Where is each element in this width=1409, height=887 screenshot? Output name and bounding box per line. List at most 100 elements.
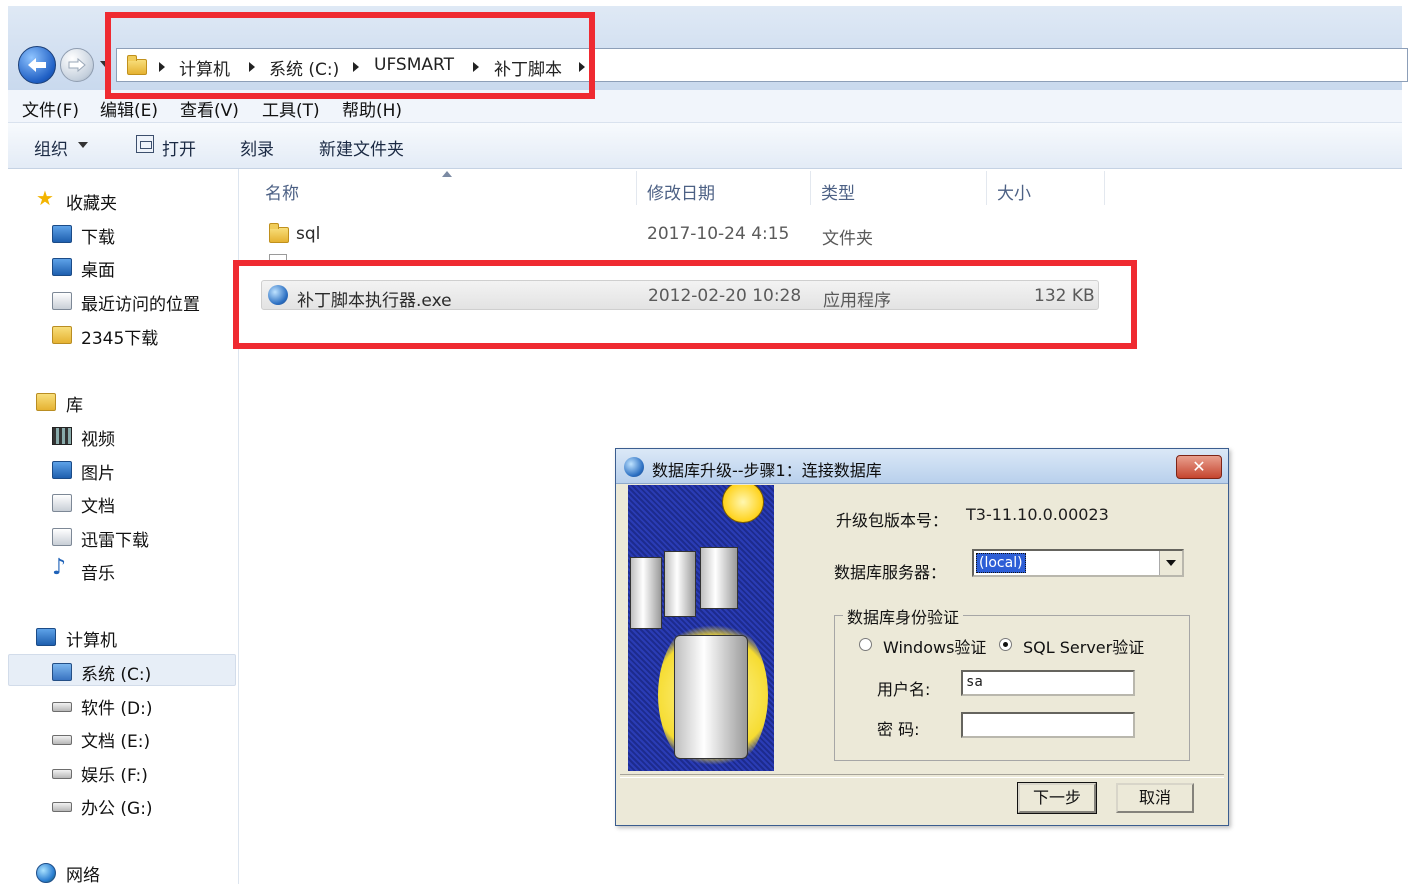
highlight-box-breadcrumb (105, 12, 595, 99)
nav-computer[interactable]: 计算机 (8, 620, 236, 652)
nav-label: 收藏夹 (66, 194, 117, 214)
dialog-titlebar[interactable]: 数据库升级--步骤1：连接数据库 ✕ (616, 449, 1228, 484)
server-select[interactable]: (local) (972, 549, 1184, 577)
recent-places-icon (52, 292, 72, 310)
column-header-name[interactable]: 名称 (265, 179, 299, 204)
sort-ascending-icon (442, 171, 452, 177)
column-header-size[interactable]: 大小 (997, 179, 1031, 204)
chevron-down-icon[interactable] (78, 142, 88, 148)
column-divider[interactable] (986, 171, 987, 205)
menu-file[interactable]: 文件(F) (22, 96, 79, 121)
nav-label: 下载 (81, 228, 115, 248)
nav-label: 娱乐 (F:) (81, 766, 148, 786)
chevron-down-icon[interactable] (1159, 551, 1182, 575)
nav-recent-places[interactable]: 最近访问的位置 (8, 284, 236, 316)
nav-drive-e[interactable]: 文档 (E:) (8, 721, 236, 753)
nav-libraries[interactable]: 库 (8, 385, 236, 417)
documents-icon (52, 494, 72, 512)
nav-label: 计算机 (66, 631, 117, 651)
computer-icon (36, 628, 56, 646)
sql-auth-label[interactable]: SQL Server验证 (1023, 634, 1144, 658)
desktop-icon (52, 258, 72, 276)
file-row-sql[interactable]: sql 2017-10-24 4:15 文件夹 (261, 219, 1099, 249)
server-icon (664, 551, 696, 617)
windows-auth-label[interactable]: Windows验证 (883, 634, 986, 658)
dialog-title: 数据库升级--步骤1：连接数据库 (652, 461, 882, 480)
nav-drive-g[interactable]: 办公 (G:) (8, 788, 236, 820)
burn-button[interactable]: 刻录 (240, 135, 274, 160)
nav-favorites[interactable]: ★ 收藏夹 (8, 183, 236, 215)
column-header-type[interactable]: 类型 (821, 179, 855, 204)
column-divider[interactable] (636, 171, 637, 205)
system-drive-icon (52, 663, 72, 681)
nav-label: 文档 (E:) (81, 732, 151, 752)
nav-label: 系统 (C:) (81, 665, 152, 685)
server-select-value: (local) (976, 553, 1026, 573)
menu-tools[interactable]: 工具(T) (262, 96, 320, 121)
nav-desktop[interactable]: 桌面 (8, 250, 236, 282)
nav-label: 2345下载 (81, 329, 159, 349)
nav-drive-d[interactable]: 软件 (D:) (8, 688, 236, 720)
sql-auth-radio[interactable] (999, 638, 1012, 651)
nav-label: 图片 (81, 464, 115, 484)
downloads-icon (52, 528, 72, 546)
password-label: 密 码: (877, 720, 920, 739)
menu-view[interactable]: 查看(V) (180, 96, 239, 121)
file-date: 2017-10-24 4:15 (647, 224, 790, 244)
version-value: T3-11.10.0.00023 (966, 505, 1109, 524)
nav-label: 库 (66, 396, 83, 416)
next-button[interactable]: 下一步 (1017, 782, 1097, 814)
username-label: 用户名: (877, 680, 931, 699)
drive-icon (52, 702, 72, 712)
nav-downloads[interactable]: 下载 (8, 217, 236, 249)
pictures-icon (52, 461, 72, 479)
forward-arrow-icon (68, 57, 86, 73)
version-label: 升级包版本号： (836, 511, 949, 530)
username-input[interactable]: sa (961, 670, 1135, 696)
close-button[interactable]: ✕ (1176, 455, 1222, 479)
navigation-pane: ★ 收藏夹 下载 桌面 最近访问的位置 2345下载 库 视频 图片 文档 迅雷… (8, 169, 239, 887)
auth-group-label: 数据库身份验证 (843, 604, 964, 628)
new-folder-button[interactable]: 新建文件夹 (319, 135, 404, 160)
nav-label: 音乐 (81, 564, 115, 584)
nav-drive-c[interactable]: 系统 (C:) (8, 654, 236, 686)
nav-2345-downloads[interactable]: 2345下载 (8, 318, 236, 350)
video-icon (52, 427, 72, 445)
cancel-button[interactable]: 取消 (1116, 783, 1194, 813)
nav-drive-f[interactable]: 娱乐 (F:) (8, 755, 236, 787)
library-icon (36, 393, 56, 411)
column-header-date[interactable]: 修改日期 (647, 179, 715, 204)
nav-thunder-downloads[interactable]: 迅雷下载 (8, 520, 236, 552)
drive-icon (52, 735, 72, 745)
nav-label: 桌面 (81, 261, 115, 281)
forward-button[interactable] (60, 48, 94, 82)
nav-label: 文档 (81, 497, 115, 517)
back-arrow-icon (28, 58, 46, 72)
folder-icon (52, 326, 72, 344)
nav-documents[interactable]: 文档 (8, 486, 236, 518)
menu-edit[interactable]: 编辑(E) (100, 96, 158, 121)
star-icon: ★ (36, 186, 54, 210)
folder-icon (269, 223, 289, 243)
db-upgrade-dialog: 数据库升级--步骤1：连接数据库 ✕ 升级包版本号： T3-11.10.0.00… (615, 448, 1229, 826)
nav-music[interactable]: ♪ 音乐 (8, 553, 236, 585)
nav-pictures[interactable]: 图片 (8, 453, 236, 485)
drive-icon (52, 802, 72, 812)
server-icon (674, 635, 748, 759)
nav-label: 视频 (81, 430, 115, 450)
downloads-icon (52, 225, 72, 243)
open-icon[interactable] (136, 135, 154, 153)
password-input[interactable] (961, 712, 1135, 738)
windows-auth-radio[interactable] (859, 638, 872, 651)
organize-button[interactable]: 组织 (34, 135, 68, 160)
column-divider[interactable] (810, 171, 811, 205)
back-button[interactable] (18, 46, 56, 84)
footer-divider (620, 774, 1224, 778)
nav-label: 最近访问的位置 (81, 295, 200, 315)
nav-network[interactable]: 网络 (8, 855, 236, 887)
open-button[interactable]: 打开 (162, 135, 196, 160)
nav-videos[interactable]: 视频 (8, 419, 236, 451)
menu-help[interactable]: 帮助(H) (342, 96, 402, 121)
network-icon (36, 863, 56, 883)
column-divider[interactable] (1104, 171, 1105, 205)
